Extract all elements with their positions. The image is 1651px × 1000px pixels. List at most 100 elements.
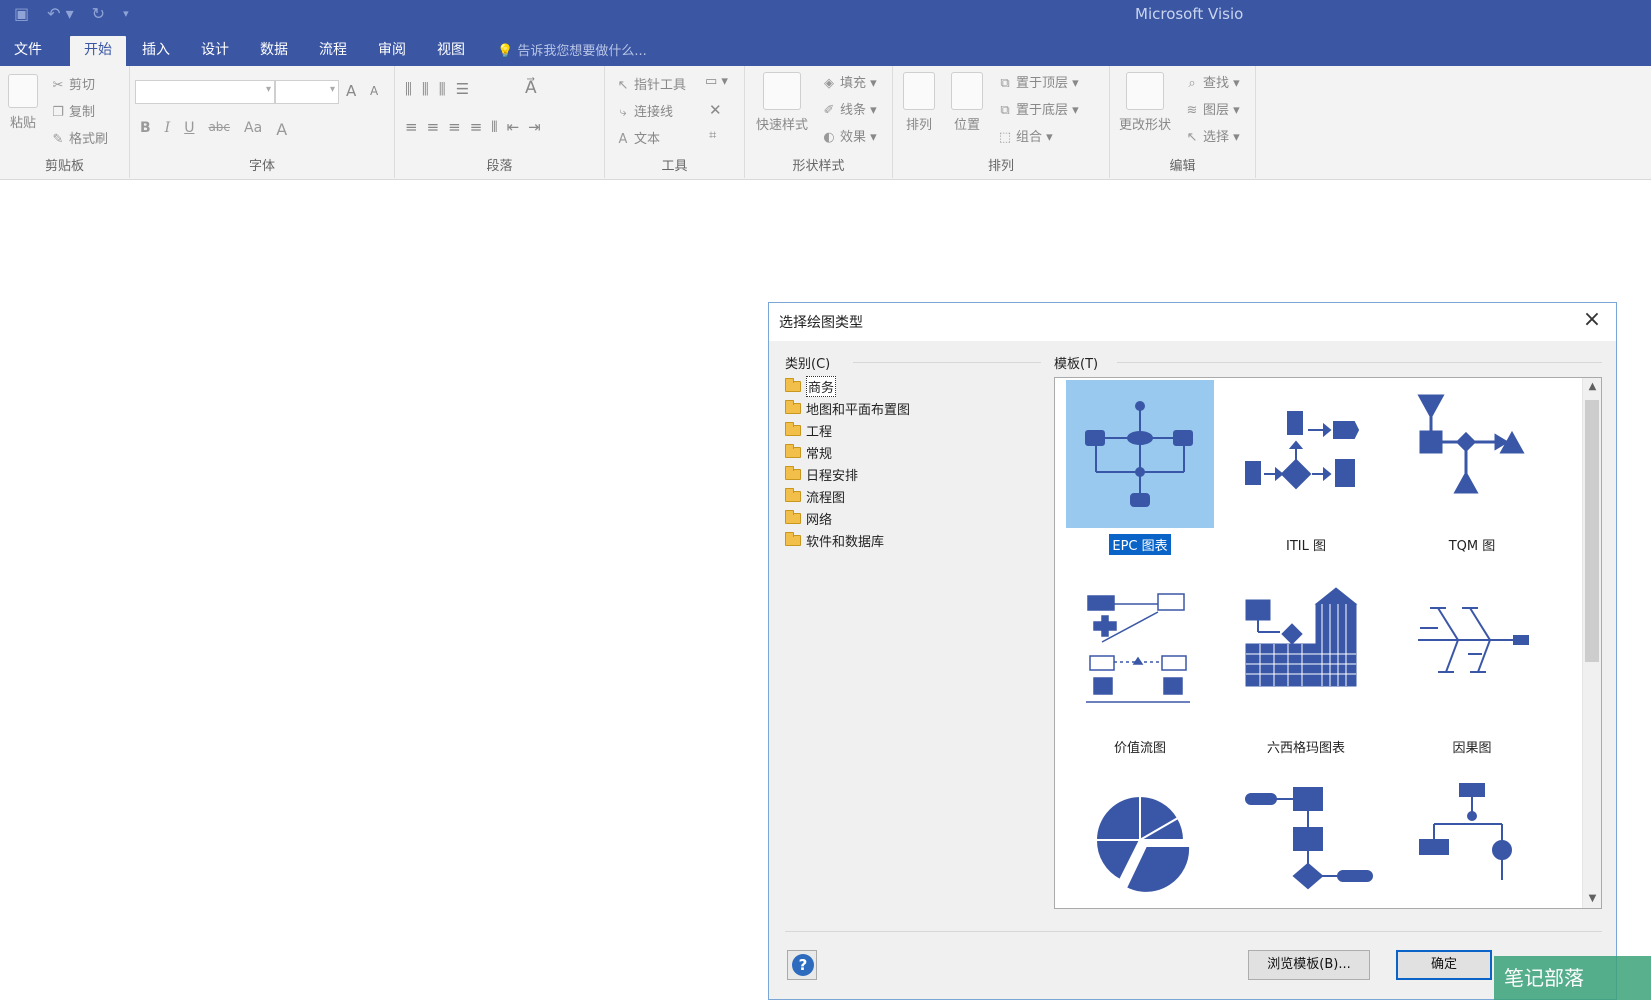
group-label: 编辑 [1169,159,1196,174]
ribbon-tabs: 文件 开始 插入 设计 数据 流程 审阅 视图 💡 告诉我您想要做什么... [0,30,1651,66]
layers-button[interactable]: ≋ 图层 ▾ [1184,99,1240,118]
template-cause-effect[interactable]: 因果图 [1397,582,1547,757]
scrollbar-thumb[interactable] [1585,400,1599,662]
ok-button[interactable]: 确定 [1396,950,1492,980]
category-item[interactable]: 地图和平面布置图 [785,397,910,419]
shrink-font-button[interactable]: A [370,84,378,98]
customize-qat-icon[interactable]: ▾ [123,7,129,23]
category-item[interactable]: 常规 [785,441,910,463]
scroll-up-arrow-icon[interactable]: ▲ [1583,378,1601,396]
category-item[interactable]: 软件和数据库 [785,529,910,551]
template-epc-diagram[interactable]: EPC 图表 [1065,380,1215,555]
scroll-down-arrow-icon[interactable]: ▼ [1583,890,1601,908]
paste-button[interactable]: 粘贴 [6,74,40,131]
folder-icon [785,399,801,414]
align-vertical-icons[interactable]: ⫼⫼⫼☰ [405,80,479,98]
tab-insert[interactable]: 插入 [132,36,180,66]
group-button[interactable]: ⬚ 组合 ▾ [997,126,1053,145]
bring-to-front-button[interactable]: ⧉ 置于顶层 ▾ [997,72,1078,91]
folder-icon [785,443,801,458]
grow-font-button[interactable]: A [346,82,356,100]
italic-button[interactable]: I [165,120,171,139]
group-label: 形状样式 [792,159,845,174]
tab-home[interactable]: 开始 [70,36,126,66]
strikethrough-button[interactable]: abc [208,120,230,139]
tab-design[interactable]: 设计 [191,36,239,66]
flowchart-thumbnail [1232,780,1380,908]
font-size-combo[interactable] [275,80,339,104]
line-pen-icon: ✐ [823,103,835,118]
template-flowchart[interactable] [1231,780,1381,908]
tab-file[interactable]: 文件 [4,36,52,66]
itil-diagram-thumbnail [1232,380,1380,528]
change-shape-button[interactable]: 更改形状 [1114,72,1176,133]
template-itil-diagram[interactable]: ITIL 图 [1231,380,1381,555]
select-button[interactable]: ↖ 选择 ▾ [1184,126,1240,145]
align-horizontal-icons[interactable]: ≡≡≡≡⫴⇤⇥ [405,118,550,136]
underline-button[interactable]: U [184,120,194,139]
folder-icon [785,421,801,436]
format-painter-button[interactable]: ✎ 格式刷 [50,128,108,147]
group-label: 工具 [661,159,688,174]
text-tool-button[interactable]: A 文本 [615,128,660,147]
category-item[interactable]: 工程 [785,419,910,441]
redo-icon[interactable]: ↻ [92,4,105,23]
template-scrollbar[interactable]: ▲ ▼ [1582,378,1601,908]
arrange-icon [903,72,935,110]
text-direction-icon[interactable]: A⃗ [525,78,537,98]
template-value-stream-map[interactable]: 价值流图 [1065,582,1215,757]
connector-button[interactable]: ⤷ 连接线 [615,101,673,120]
category-item[interactable]: 网络 [785,507,910,529]
folder-icon [785,531,801,546]
rectangle-icon[interactable]: ▭ ▾ [705,74,728,89]
line-button[interactable]: ✐ 线条 ▾ [821,99,877,118]
category-item[interactable]: 流程图 [785,485,910,507]
undo-icon[interactable]: ↶ ▾ [47,4,74,23]
tell-me-search[interactable]: 💡 告诉我您想要做什么... [497,40,647,59]
position-button[interactable]: 位置 [947,72,987,133]
fill-button[interactable]: ◈ 填充 ▾ [821,72,877,91]
change-case-button[interactable]: Aa [244,120,262,139]
category-item[interactable]: 商务 [785,375,910,397]
brush-icon: ✎ [52,132,64,147]
tab-view[interactable]: 视图 [427,36,475,66]
template-six-sigma[interactable]: 六西格玛图表 [1231,582,1381,757]
pie-chart-thumbnail [1066,780,1214,908]
tab-data[interactable]: 数据 [250,36,298,66]
browse-templates-button[interactable]: 浏览模板(B)... [1248,950,1370,980]
select-arrow-icon: ↖ [1186,130,1198,145]
save-icon[interactable]: ▣ [14,4,29,23]
cut-button[interactable]: ✂ 剪切 [50,74,95,93]
font-name-combo[interactable] [135,80,275,104]
find-button[interactable]: ⌕ 查找 ▾ [1184,72,1239,91]
dialog-footer-divider [785,931,1602,932]
send-to-back-button[interactable]: ⧉ 置于底层 ▾ [997,99,1078,118]
tqm-diagram-thumbnail [1398,380,1546,528]
tab-process[interactable]: 流程 [309,36,357,66]
template-org-chart[interactable] [1397,780,1547,908]
template-pie-chart[interactable] [1065,780,1215,908]
template-tqm-diagram[interactable]: TQM 图 [1397,380,1547,555]
category-item[interactable]: 日程安排 [785,463,910,485]
bold-button[interactable]: B [140,120,151,139]
font-color-button[interactable]: A [276,120,287,139]
pointer-tool-button[interactable]: ↖ 指针工具 [615,74,686,93]
arrange-button[interactable]: 排列 [899,72,939,133]
help-button[interactable]: ? [787,950,817,980]
tab-review[interactable]: 审阅 [368,36,416,66]
category-tree: 商务 地图和平面布置图 工程 常规 日程安排 流程图 网络 软件和数据库 [785,375,910,551]
title-bar: ▣ ↶ ▾ ↻ ▾ Microsoft Visio [0,0,1651,30]
crop-icon[interactable]: ⌗ [709,128,716,143]
help-icon: ? [792,954,814,976]
close-icon[interactable]: × [1578,307,1606,332]
change-shape-icon [1126,72,1164,110]
effects-button[interactable]: ◐ 效果 ▾ [821,126,876,145]
copy-button[interactable]: ❐ 复制 [50,101,95,120]
fill-bucket-icon: ◈ [824,76,834,91]
group-icon: ⬚ [998,130,1012,145]
folder-icon [785,465,801,480]
quick-styles-button[interactable]: 快速样式 [751,72,813,133]
close-x-icon[interactable]: ✕ [709,101,722,119]
group-label: 剪贴板 [44,159,84,174]
dialog-title-bar: 选择绘图类型 × [769,303,1616,341]
